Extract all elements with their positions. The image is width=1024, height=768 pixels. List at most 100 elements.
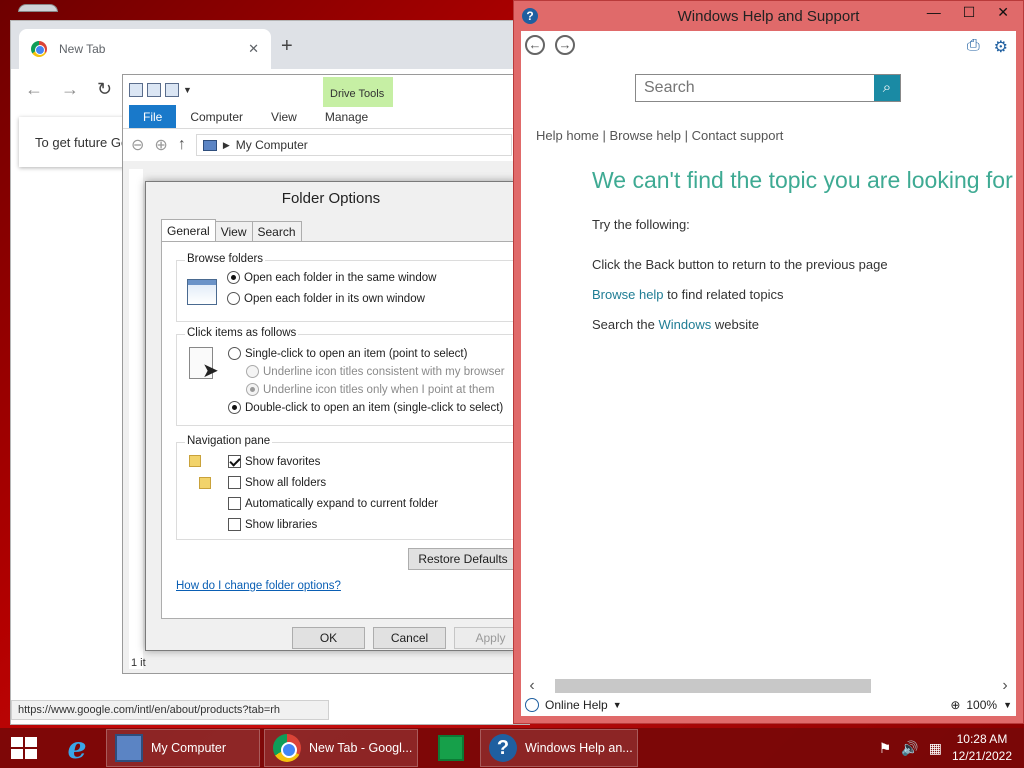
search-icon[interactable]: ⌕ [874,75,900,101]
drive-tools-group: Drive Tools [323,77,393,107]
clock-date: 12/21/2022 [951,749,1012,763]
checkbox-unchecked[interactable] [228,518,241,531]
option-label: Show libraries [245,518,318,531]
back-arrow-icon[interactable]: ← [25,79,43,100]
ribbon-tab-file[interactable]: File [129,105,177,128]
search-input[interactable] [636,75,874,101]
cancel-button[interactable]: Cancel [373,627,446,649]
folder-icon [199,477,211,489]
properties-icon[interactable] [147,83,161,97]
scroll-left-icon[interactable]: ‹ [521,677,543,695]
open-same-window-radio[interactable]: Open each folder in the same window [227,271,436,284]
scroll-right-icon[interactable]: › [994,677,1016,695]
chevron-down-icon[interactable]: ▼ [1003,700,1012,710]
forward-arrow-icon[interactable]: ⊕ [154,135,167,155]
open-own-window-radio[interactable]: Open each folder in its own window [227,292,425,305]
internet-explorer-pin[interactable]: e [48,728,106,768]
ok-button[interactable]: OK [292,627,365,649]
computer-icon [115,734,143,762]
minimize-icon[interactable]: — [927,4,941,21]
print-icon[interactable]: ⎙ [967,37,980,57]
tab-view[interactable]: View [214,221,253,242]
chrome-tab-new-tab[interactable]: New Tab ✕ [19,29,271,69]
recycle-bin-icon[interactable] [18,4,58,18]
computer-icon [202,139,217,151]
option-label: Underline icon titles consistent with my… [263,365,505,378]
radio-selected[interactable] [228,401,241,414]
option-label: Underline icon titles only when I point … [263,383,495,396]
folder-tree-icon [189,455,211,489]
navigation-pane-group: Navigation pane Show favorites Show all … [176,435,518,540]
horizontal-scrollbar[interactable]: ‹ › [521,677,1016,695]
address-bar[interactable]: ▶ My Computer [195,134,512,156]
radio-unselected[interactable] [227,292,240,305]
underline-point-radio: Underline icon titles only when I point … [246,383,494,396]
forward-arrow-icon[interactable]: → [555,35,575,55]
close-icon[interactable]: ✕ [997,4,1009,21]
taskbar-item-chrome[interactable]: New Tab - Googl... [264,729,418,767]
show-favorites-checkbox[interactable]: Show favorites [228,455,320,468]
help-content: ← → ⎙ ⚙ ⌕ Help home | Browse help | Cont… [521,31,1016,716]
radio-selected[interactable] [227,271,240,284]
scroll-thumb[interactable] [555,679,871,693]
maximize-icon[interactable]: ☐ [963,4,976,21]
ribbon-tab-computer[interactable]: Computer [176,105,257,128]
folder-icon [189,455,201,467]
scroll-track[interactable] [543,679,994,693]
show-libraries-checkbox[interactable]: Show libraries [228,518,317,531]
browse-help-line: Browse help to find related topics [592,287,784,302]
back-arrow-icon[interactable]: ← [525,35,545,55]
navigation-pane[interactable] [129,169,143,669]
online-help-dropdown[interactable]: Online Help [545,698,608,712]
forward-arrow-icon[interactable]: → [61,79,79,100]
tab-general[interactable]: General [161,219,216,242]
help-titlebar[interactable]: ? Windows Help and Support — ☐ ✕ [514,1,1023,31]
clock[interactable]: 10:28 AM 12/21/2022 [952,731,1012,765]
click-items-legend: Click items as follows [185,327,299,339]
radio-unselected[interactable] [228,347,241,360]
up-arrow-icon[interactable]: ↑ [178,136,186,154]
flag-icon[interactable]: ⚑ [879,740,892,757]
taskbar-item-label: New Tab - Googl... [309,741,413,755]
navigation-pane-legend: Navigation pane [185,435,273,447]
ribbon-tab-view[interactable]: View [257,105,311,128]
single-click-radio[interactable]: Single-click to open an item (point to s… [228,347,467,360]
help-breadcrumb[interactable]: Help home | Browse help | Contact suppor… [536,128,783,143]
checkbox-unchecked[interactable] [228,476,241,489]
new-tab-button[interactable]: + [281,35,293,58]
double-click-radio[interactable]: Double-click to open an item (single-cli… [228,401,503,414]
gear-icon[interactable]: ⚙ [994,37,1008,57]
windows-website-link[interactable]: Windows [659,317,712,332]
zoom-control[interactable]: ⊕ 100% ▼ [950,698,1012,712]
browse-help-link[interactable]: Browse help [592,287,664,302]
chevron-down-icon[interactable]: ▼ [183,85,192,95]
folder-options-dialog: Folder Options General View Search Brows… [145,181,527,651]
help-question-icon: ? [489,734,517,762]
volume-icon[interactable]: 🔊 [901,740,918,757]
help-folder-options-link[interactable]: How do I change folder options? [176,580,341,592]
chevron-down-icon[interactable]: ▼ [613,700,622,710]
option-label: Show favorites [245,455,321,468]
windows-logo-icon [11,737,37,759]
pointer-hand-icon: ➤ [189,347,219,382]
checkbox-checked[interactable] [228,455,241,468]
close-tab-icon[interactable]: ✕ [248,41,259,57]
new-folder-icon[interactable] [165,83,179,97]
address-text: My Computer [235,138,308,152]
taskbar-item-help[interactable]: ? Windows Help an... [480,729,638,767]
reload-icon[interactable]: ↻ [97,79,112,100]
click-items-group: Click items as follows ➤ Single-click to… [176,327,518,426]
ribbon-tabs: File Computer View Manage [123,105,516,129]
back-arrow-icon[interactable]: ⊖ [131,135,144,155]
auto-expand-checkbox[interactable]: Automatically expand to current folder [228,497,438,510]
restore-defaults-button[interactable]: Restore Defaults [408,548,518,570]
tab-search[interactable]: Search [251,221,302,242]
store-pin[interactable] [422,728,480,768]
ribbon-tab-manage[interactable]: Manage [311,105,382,128]
show-all-folders-checkbox[interactable]: Show all folders [228,476,326,489]
option-label: Double-click to open an item (single-cli… [245,401,504,414]
taskbar-item-my-computer[interactable]: My Computer [106,729,260,767]
start-button[interactable] [0,737,48,759]
checkbox-unchecked[interactable] [228,497,241,510]
network-icon[interactable]: ▦ [929,740,942,757]
